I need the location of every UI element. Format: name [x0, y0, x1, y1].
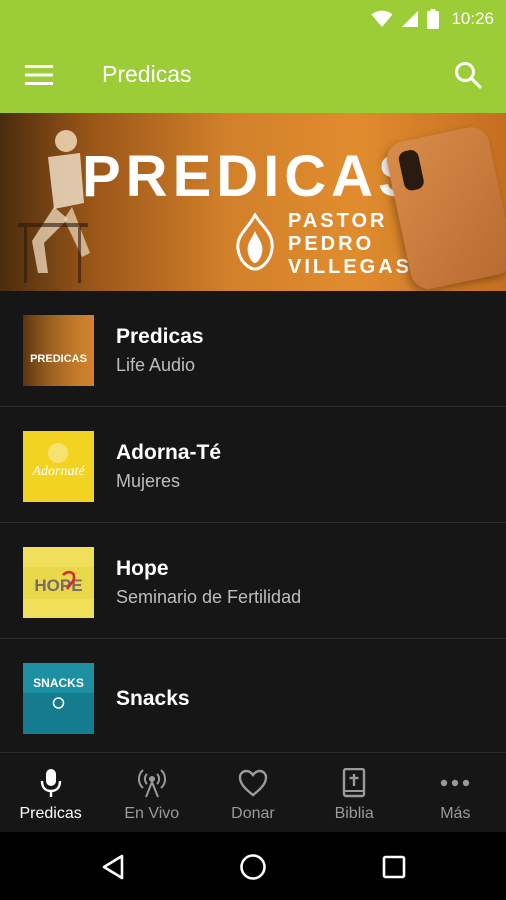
- tab-donar[interactable]: Donar: [202, 753, 303, 833]
- banner-title: PREDICAS: [82, 144, 422, 209]
- status-bar: 10:26: [0, 0, 506, 37]
- list-item-title: Predicas: [116, 325, 204, 348]
- tab-label: Biblia: [334, 805, 374, 822]
- tab-label: Más: [440, 805, 471, 822]
- banner-subtitle-line: PEDRO: [288, 233, 375, 255]
- recents-button[interactable]: [377, 850, 411, 884]
- list-item-title: Adorna-Té: [116, 441, 221, 464]
- list-item-title: Snacks: [116, 687, 190, 710]
- thumbnail-snacks: SNACKS: [23, 663, 94, 734]
- hamburger-menu-icon: [25, 65, 53, 85]
- list-item-title: Hope: [116, 557, 169, 580]
- thumbnail-text: HOPE: [34, 576, 82, 595]
- back-button[interactable]: [96, 850, 130, 884]
- bible-icon: [338, 767, 370, 799]
- content-list: PREDICAS Predicas Life Audio Adornaté Ad…: [0, 291, 506, 755]
- thumbnail-text: Adornaté: [31, 464, 85, 479]
- wifi-icon: [371, 10, 393, 27]
- list-item-subtitle: Mujeres: [116, 471, 181, 491]
- thumbnail-hope: HOPE: [23, 547, 94, 618]
- search-icon: [455, 62, 482, 89]
- banner-subtitle: PASTOR PEDRO VILLEGAS: [288, 209, 412, 278]
- tab-label: En Vivo: [124, 805, 180, 822]
- tab-predicas[interactable]: Predicas: [0, 753, 101, 833]
- back-triangle-icon: [102, 854, 124, 880]
- church-logo-icon: [236, 213, 274, 271]
- signal-icon: [402, 10, 419, 27]
- list-item[interactable]: PREDICAS Predicas Life Audio: [0, 291, 506, 407]
- more-icon: [439, 767, 471, 799]
- list-item[interactable]: SNACKS Snacks: [0, 639, 506, 755]
- thumbnail-text: PREDICAS: [30, 353, 87, 365]
- tab-label: Predicas: [19, 805, 82, 822]
- broadcast-icon: [136, 767, 168, 799]
- thumbnail-text: SNACKS: [33, 676, 84, 690]
- bottom-navigation: Predicas En Vivo Donar Biblia Más: [0, 752, 506, 832]
- battery-icon: [427, 8, 440, 29]
- thumbnail-predicas: PREDICAS: [23, 315, 94, 386]
- menu-button[interactable]: [22, 59, 56, 91]
- home-circle-icon: [240, 854, 266, 880]
- microphone-icon: [35, 767, 67, 799]
- tab-biblia[interactable]: Biblia: [304, 753, 405, 833]
- list-item-subtitle: Life Audio: [116, 355, 196, 375]
- status-time: 10:26: [451, 8, 494, 28]
- search-button[interactable]: [450, 57, 486, 93]
- heart-icon: [237, 767, 269, 799]
- tab-en-vivo[interactable]: En Vivo: [101, 753, 202, 833]
- page-title: Predicas: [102, 61, 192, 87]
- list-item[interactable]: HOPE Hope Seminario de Fertilidad: [0, 523, 506, 639]
- recents-square-icon: [382, 855, 406, 879]
- system-navigation-bar: [0, 832, 506, 900]
- app-bar: Predicas: [0, 37, 506, 113]
- header-banner: PREDICAS PASTOR PEDRO VILLEGAS: [0, 113, 506, 291]
- list-item[interactable]: Adornaté Adorna-Té Mujeres: [0, 407, 506, 523]
- thumbnail-adornate: Adornaté: [23, 431, 94, 502]
- home-button[interactable]: [236, 850, 270, 884]
- phone-camera: [397, 148, 426, 192]
- tab-mas[interactable]: Más: [405, 753, 506, 833]
- tab-label: Donar: [231, 805, 275, 822]
- list-item-subtitle: Seminario de Fertilidad: [116, 587, 302, 607]
- banner-subtitle-line: PASTOR: [288, 210, 388, 232]
- banner-subtitle-line: VILLEGAS: [288, 256, 413, 278]
